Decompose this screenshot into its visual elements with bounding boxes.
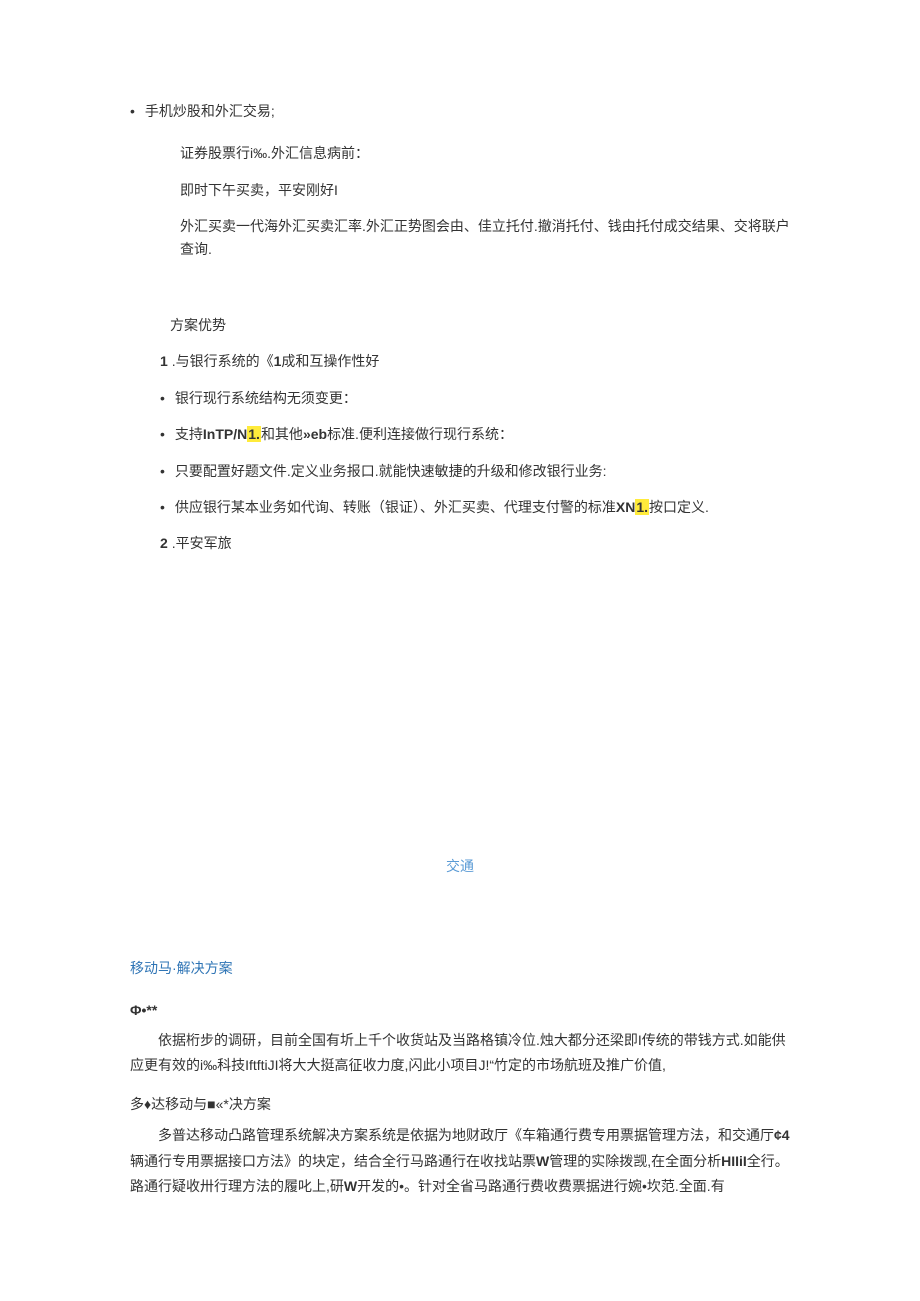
paragraph-2: 多普达移动凸路管理系统解决方案系统是依据为地财政厅《车箱通行费专用票据管理方法，… [130, 1123, 790, 1199]
num1-text: .与银行系统的《 [172, 353, 274, 369]
adv4-prefix: 供应银行某本业务如代询、转账（银证）、外汇买卖、代理支付警的标准 [175, 499, 616, 515]
para2-mid2: 管理的实除拨觊,在全面分析 [549, 1153, 721, 1169]
adv2-prefix: 支持 [175, 426, 203, 442]
adv-item-3-text: 只要配置好题文件.定义业务报口.就能快速敏捷的升级和修改银行业务: [175, 460, 607, 482]
adv-item-4-text: 供应银行某本业务如代询、转账（银证）、外汇买卖、代理支付警的标准XN1.按口定义… [175, 496, 709, 518]
adv2-hl1: 1. [247, 426, 261, 442]
num-item-1: 1 .与银行系统的《1成和互操作性好 [130, 350, 790, 372]
para1-text: 依据桁步的调研，目前全国有圻上千个收货站及当路格镇冷位.烛大都分还梁即I传统的带… [130, 1032, 786, 1073]
adv-item-2-text: 支持InTP/N1.和其他»eb标准.便利连接做行现行系统： [175, 423, 513, 445]
phi-line: Φ•** [130, 999, 790, 1021]
para2-bold3: HIIiI [721, 1153, 747, 1169]
sub-line-3: 外汇买卖一代海外汇买卖汇率.外汇正势图会由、佳立托付.撤消托付、钱由托付成交结果… [130, 215, 790, 260]
num1-suffix: 成和互操作性好 [281, 353, 379, 369]
num2-prefix: 2 [160, 535, 168, 551]
adv4-suffix: 按口定义. [649, 499, 709, 515]
top-bullet-text: 手机炒股和外汇交易; [145, 100, 275, 122]
num1-prefix: 1 [160, 353, 168, 369]
top-bullet-item: • 手机炒股和外汇交易; [130, 100, 790, 122]
para2-bold1: ¢4 [774, 1127, 790, 1143]
num2-text: .平安军旅 [172, 535, 232, 551]
para2-prefix: 多普达移动凸路管理系统解决方案系统是依据为地财政厅《车箱通行费专用票据管理方法，… [158, 1127, 774, 1143]
bullet-dot: • [160, 423, 165, 445]
para2-bold4: W [344, 1178, 357, 1194]
center-section-title: 交通 [130, 855, 790, 877]
sub-line-1: 证券股票行i‰.外汇信息病前： [130, 142, 790, 164]
adv-item-1-text: 银行现行系统结构无须变更： [175, 387, 357, 409]
bullet-dot: • [160, 387, 165, 409]
advantage-title: 方案优势 [130, 314, 790, 336]
adv-item-3: • 只要配置好题文件.定义业务报口.就能快速敏捷的升级和修改银行业务: [160, 460, 790, 482]
para2-bold2: W [536, 1153, 549, 1169]
adv2-suffix: 标准.便利连接做行现行系统： [327, 426, 513, 442]
para2-mid1: 辆通行专用票据接口方法》的块定，结合全行马路通行在收找站票 [130, 1153, 536, 1169]
bullet-dot: • [130, 100, 135, 122]
adv-item-2: • 支持InTP/N1.和其他»eb标准.便利连接做行现行系统： [160, 423, 790, 445]
adv-item-4: • 供应银行某本业务如代询、转账（银证）、外汇买卖、代理支付警的标准XN1.按口… [160, 496, 790, 518]
num-item-2: 2 .平安军旅 [130, 532, 790, 554]
adv-item-1: • 银行现行系统结构无须变更： [160, 387, 790, 409]
sub-heading: 移动马·解决方案 [130, 957, 790, 979]
adv2-mid: 和其他 [261, 426, 303, 442]
adv2-bold2: »eb [303, 426, 327, 442]
bullet-dot: • [160, 496, 165, 518]
adv4-bold1: XN [616, 499, 635, 515]
adv2-bold1: InTP/N [203, 426, 247, 442]
bullet-dot: • [160, 460, 165, 482]
adv4-hl1: 1. [635, 499, 649, 515]
paragraph-1: 依据桁步的调研，目前全国有圻上千个收货站及当路格镇冷位.烛大都分还梁即I传统的带… [130, 1028, 790, 1078]
sub-line-2: 即时下午买卖，平安刚好I [130, 179, 790, 201]
section2-title: 多♦达移动与■«*决方案 [130, 1092, 790, 1117]
para2-suffix: 开发的•。针对全省马路通行费收费票据进行婉•坎范.全面.有 [357, 1178, 725, 1194]
